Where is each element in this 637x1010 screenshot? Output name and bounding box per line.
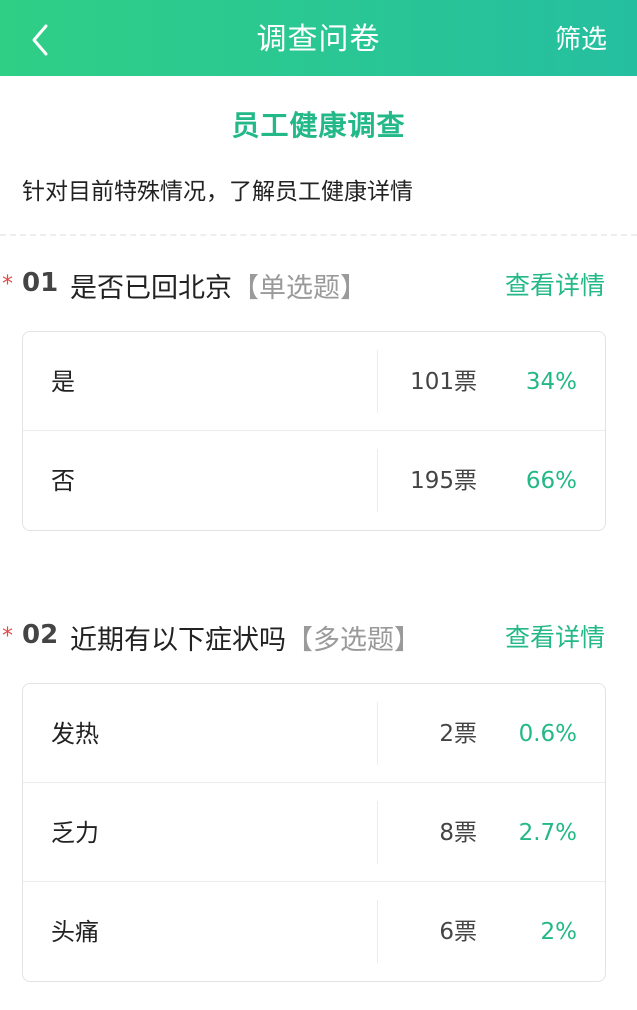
question-number: 01	[22, 268, 59, 298]
column-divider	[377, 449, 378, 512]
question-header: * 02 近期有以下症状吗【多选题】 查看详情	[0, 616, 637, 666]
question-title: 是否已回北京	[70, 273, 232, 304]
option-row[interactable]: 头痛 6票 2%	[23, 882, 605, 981]
question-text: 近期有以下症状吗【多选题】	[70, 618, 421, 657]
section-divider	[0, 234, 637, 236]
question-02: * 02 近期有以下症状吗【多选题】 查看详情	[0, 616, 637, 666]
vote-count: 195票	[410, 468, 477, 494]
option-label: 发热	[51, 720, 99, 748]
question-01: * 01 是否已回北京【单选题】 查看详情	[0, 264, 637, 314]
option-row[interactable]: 发热 2票 0.6%	[23, 684, 605, 783]
option-row[interactable]: 否 195票 66%	[23, 431, 605, 530]
vote-percent: 0.6%	[518, 721, 577, 747]
vote-percent: 2.7%	[518, 820, 577, 846]
question-title: 近期有以下症状吗	[70, 625, 286, 656]
question-type: 【单选题】	[232, 273, 367, 304]
vote-count: 2票	[439, 721, 477, 747]
option-label: 头痛	[51, 918, 99, 946]
column-divider	[377, 702, 378, 765]
page-title: 调查问卷	[256, 22, 381, 57]
required-mark: *	[2, 624, 13, 649]
vote-percent: 34%	[525, 369, 577, 395]
vote-percent: 2%	[540, 919, 578, 945]
option-label: 否	[51, 467, 75, 495]
column-divider	[377, 350, 378, 413]
survey-title: 员工健康调查	[231, 109, 406, 142]
view-details-button[interactable]: 查看详情	[505, 266, 605, 302]
question-header: * 01 是否已回北京【单选题】 查看详情	[0, 264, 637, 314]
vote-count: 6票	[439, 919, 477, 945]
filter-button[interactable]: 筛选	[555, 0, 607, 76]
column-divider	[377, 801, 378, 864]
required-mark: *	[2, 272, 13, 297]
question-text: 是否已回北京【单选题】	[70, 266, 367, 305]
options-card: 发热 2票 0.6% 乏力 8票 2.7% 头痛 6票 2%	[22, 683, 606, 982]
vote-count: 101票	[410, 369, 477, 395]
app-header: 调查问卷 筛选	[0, 0, 637, 76]
column-divider	[377, 900, 378, 963]
survey-description: 针对目前特殊情况，了解员工健康详情	[22, 179, 413, 205]
view-details-button[interactable]: 查看详情	[505, 618, 605, 654]
vote-count: 8票	[439, 820, 477, 846]
vote-percent: 66%	[525, 468, 577, 494]
question-type: 【多选题】	[286, 625, 421, 656]
option-row[interactable]: 乏力 8票 2.7%	[23, 783, 605, 882]
question-number: 02	[22, 620, 59, 650]
option-row[interactable]: 是 101票 34%	[23, 332, 605, 431]
option-label: 是	[51, 368, 75, 396]
options-card: 是 101票 34% 否 195票 66%	[22, 331, 606, 531]
option-label: 乏力	[51, 819, 99, 847]
